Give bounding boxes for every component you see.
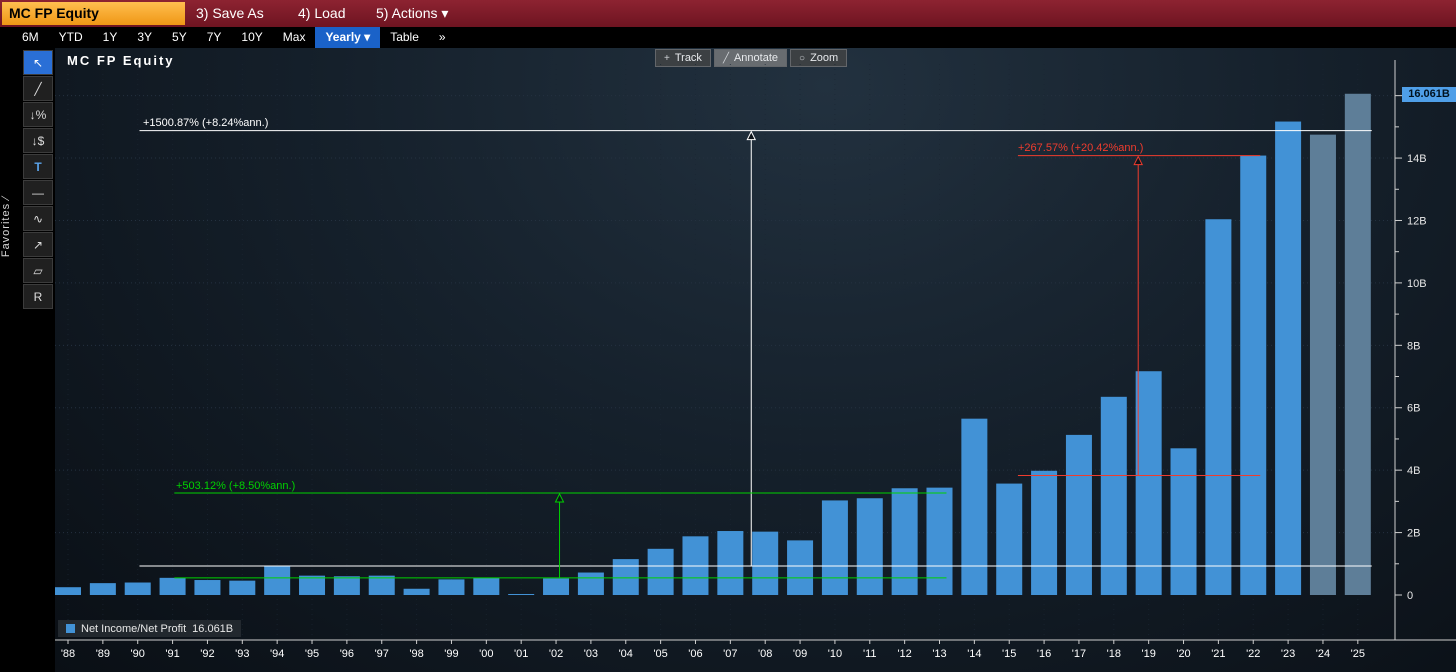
svg-text:4B: 4B [1407, 465, 1420, 477]
svg-text:'11: '11 [863, 648, 877, 660]
tab-max[interactable]: Max [273, 27, 316, 48]
price-change-tool[interactable]: ↓$ [23, 128, 53, 153]
pencil-icon: ╱ [34, 81, 42, 96]
tab-3y[interactable]: 3Y [127, 27, 162, 48]
tab-5y[interactable]: 5Y [162, 27, 197, 48]
menu-save-as[interactable]: 3) Save As [186, 0, 274, 27]
svg-text:'03: '03 [584, 648, 598, 660]
arrow-tool[interactable]: ↗ [23, 232, 53, 257]
price-change-icon: ↓$ [31, 133, 45, 148]
horizontal-line-icon: — [32, 185, 44, 200]
svg-text:6B: 6B [1407, 403, 1420, 415]
svg-text:'93: '93 [235, 648, 249, 660]
svg-text:'92: '92 [200, 648, 214, 660]
tab-ytd[interactable]: YTD [49, 27, 93, 48]
svg-text:'23: '23 [1281, 648, 1295, 660]
svg-text:12B: 12B [1407, 215, 1427, 227]
chart-panel: MC FP Equity + Track ╱ Annotate ○ Zoom 0… [55, 48, 1456, 672]
tab-overflow[interactable]: » [429, 27, 456, 48]
svg-text:'25: '25 [1351, 648, 1365, 660]
svg-text:'06: '06 [688, 648, 702, 660]
svg-text:'14: '14 [967, 648, 981, 660]
polygon-icon: ▱ [33, 263, 43, 278]
tab-1y[interactable]: 1Y [93, 27, 128, 48]
svg-text:'07: '07 [723, 648, 737, 660]
svg-text:'00: '00 [479, 648, 493, 660]
tab-yearly[interactable]: Yearly ▾ [315, 27, 381, 48]
ticker-input[interactable]: MC FP Equity [2, 2, 185, 25]
svg-text:'22: '22 [1246, 648, 1260, 660]
text-tool-icon: T [34, 159, 42, 174]
series-swatch [66, 624, 75, 633]
svg-text:2B: 2B [1407, 528, 1420, 540]
tab-10y[interactable]: 10Y [231, 27, 272, 48]
svg-text:'24: '24 [1316, 648, 1330, 660]
annotation-label-long-term[interactable]: +1500.87% (+8.24%ann.) [143, 117, 268, 129]
series-last-value: 16.061B [192, 622, 234, 635]
tab-6m[interactable]: 6M [12, 27, 49, 48]
last-value-badge: 16.061B [1402, 87, 1456, 102]
bloomberg-terminal-window: MC FP Equity 3) Save As 4) Load 5) Actio… [0, 0, 1456, 672]
svg-text:'05: '05 [653, 648, 667, 660]
annotation-label-recent[interactable]: +267.57% (+20.42%ann.) [1018, 142, 1143, 154]
drawing-toolbar: Favorites ∕ ↖ ╱ ↓% ↓$ T — ∿ ↗ ▱ R [0, 48, 55, 672]
chart-canvas[interactable]: 0 2B 4B 6B 8B 10B 12B 14B '88 '89 '90 '91 '92 '93 '94 '… [55, 48, 1456, 672]
svg-text:'20: '20 [1176, 648, 1190, 660]
svg-text:'96: '96 [340, 648, 354, 660]
percent-change-tool[interactable]: ↓% [23, 102, 53, 127]
regression-tool[interactable]: R [23, 284, 53, 309]
cursor-tool[interactable]: ↖ [23, 50, 53, 75]
svg-text:8B: 8B [1407, 340, 1420, 352]
svg-text:14B: 14B [1407, 153, 1427, 165]
svg-text:'18: '18 [1107, 648, 1121, 660]
svg-text:'90: '90 [131, 648, 145, 660]
trendline-icon: ∿ [32, 211, 44, 226]
tool-list: ↖ ╱ ↓% ↓$ T — ∿ ↗ ▱ R [23, 50, 53, 309]
svg-text:'88: '88 [61, 648, 75, 660]
annotation-label-mid-term[interactable]: +503.12% (+8.50%ann.) [176, 480, 295, 492]
series-legend[interactable]: Net Income/Net Profit 16.061B [58, 620, 242, 637]
cursor-icon: ↖ [32, 55, 44, 70]
trendline-tool[interactable]: ∿ [23, 206, 53, 231]
menu-actions[interactable]: 5) Actions ▾ [366, 0, 458, 27]
svg-text:'02: '02 [549, 648, 563, 660]
svg-text:'99: '99 [444, 648, 458, 660]
arrow-icon: ↗ [32, 237, 44, 252]
tab-table[interactable]: Table [380, 27, 429, 48]
series-label: Net Income/Net Profit [81, 622, 187, 635]
period-tab-bar: 6M YTD 1Y 3Y 5Y 7Y 10Y Max Yearly ▾ Tabl… [0, 27, 1456, 48]
svg-text:'89: '89 [96, 648, 110, 660]
favorites-flyout[interactable]: Favorites ∕ [0, 196, 14, 257]
regression-icon: R [33, 289, 43, 304]
menu-load[interactable]: 4) Load [288, 0, 355, 27]
slash-icon: ∕ [0, 196, 12, 199]
svg-text:0: 0 [1407, 590, 1413, 602]
svg-text:'10: '10 [828, 648, 842, 660]
svg-text:'01: '01 [514, 648, 528, 660]
svg-text:'19: '19 [1141, 648, 1155, 660]
svg-text:'21: '21 [1211, 648, 1225, 660]
svg-text:'17: '17 [1072, 648, 1086, 660]
header-bar: MC FP Equity 3) Save As 4) Load 5) Actio… [0, 0, 1456, 27]
svg-text:'09: '09 [793, 648, 807, 660]
svg-text:'15: '15 [1002, 648, 1016, 660]
svg-text:10B: 10B [1407, 278, 1427, 290]
polygon-tool[interactable]: ▱ [23, 258, 53, 283]
horizontal-line-tool[interactable]: — [23, 180, 53, 205]
svg-text:'94: '94 [270, 648, 284, 660]
svg-text:'08: '08 [758, 648, 772, 660]
percent-change-icon: ↓% [29, 107, 47, 122]
svg-text:'91: '91 [165, 648, 179, 660]
svg-text:'13: '13 [932, 648, 946, 660]
svg-text:'04: '04 [619, 648, 633, 660]
svg-text:'16: '16 [1037, 648, 1051, 660]
favorites-label: Favorites [0, 202, 12, 258]
tab-7y[interactable]: 7Y [197, 27, 232, 48]
svg-text:'12: '12 [897, 648, 911, 660]
text-tool[interactable]: T [23, 154, 53, 179]
svg-text:'98: '98 [409, 648, 423, 660]
svg-text:'97: '97 [375, 648, 389, 660]
svg-text:'95: '95 [305, 648, 319, 660]
pencil-tool[interactable]: ╱ [23, 76, 53, 101]
